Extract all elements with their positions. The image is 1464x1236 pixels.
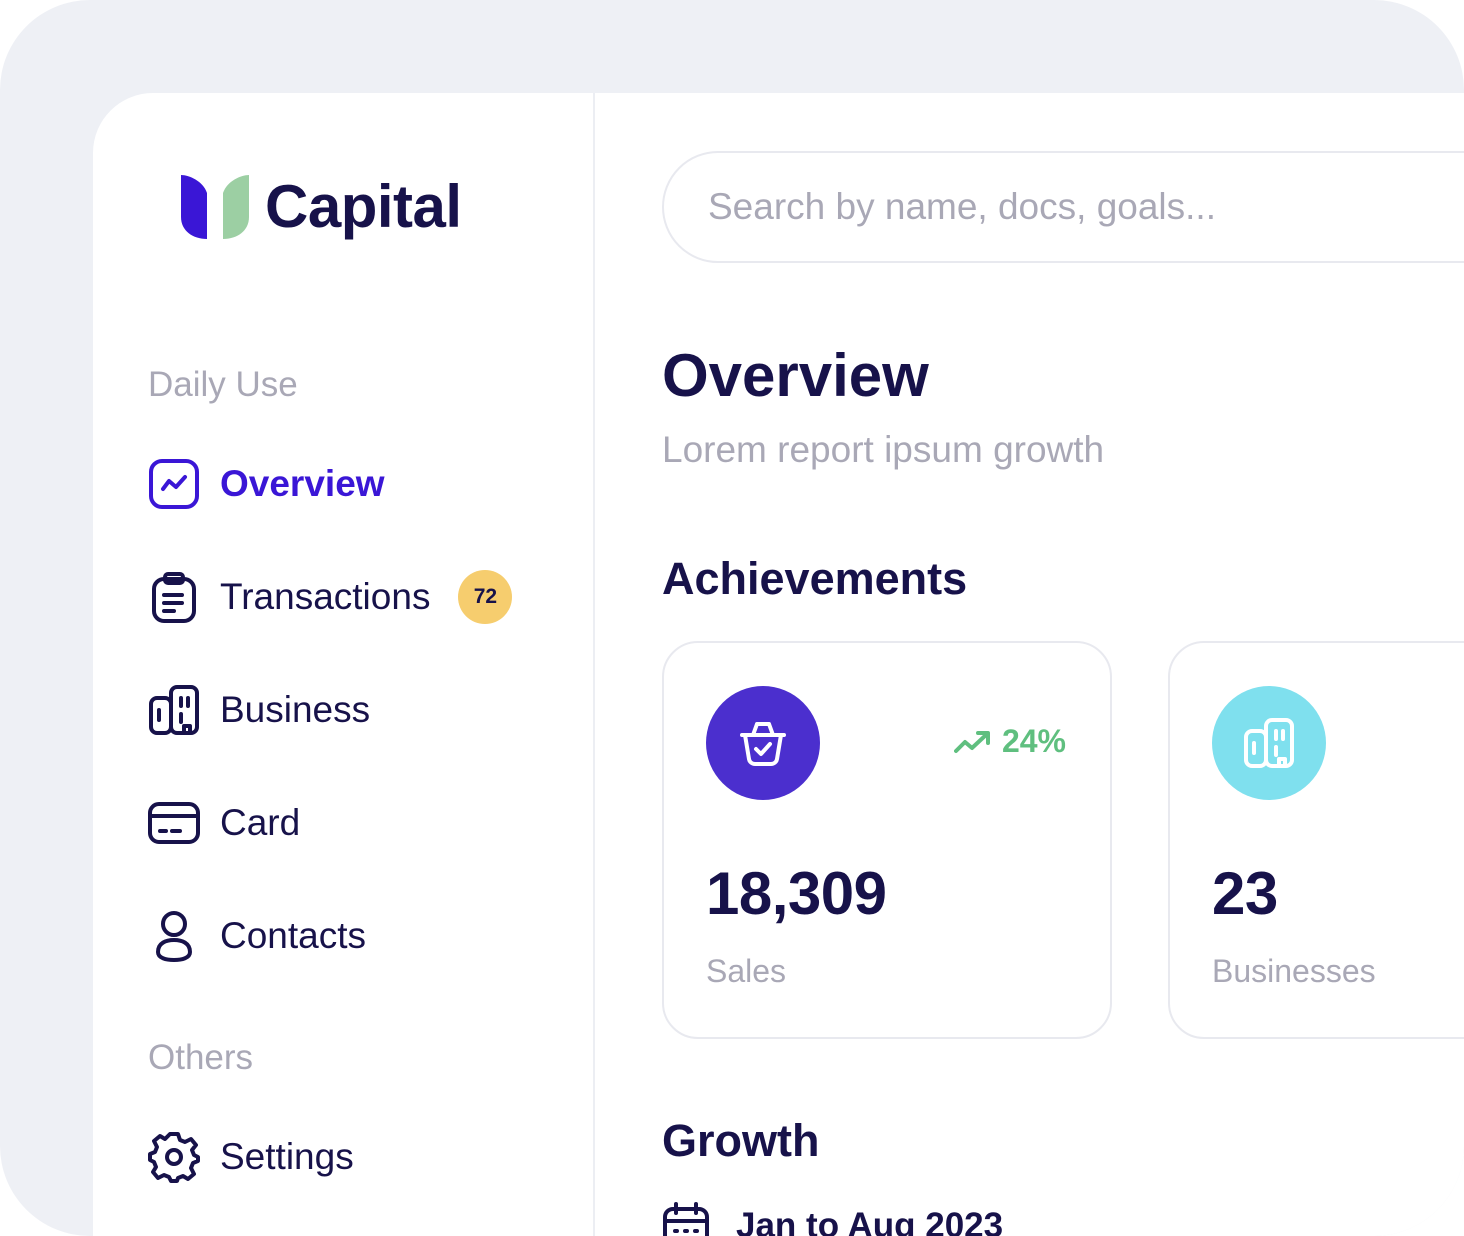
- leaf-logo-icon: [181, 175, 249, 239]
- sales-label: Sales: [706, 953, 787, 989]
- user-icon: [148, 910, 200, 962]
- sidebar-item-label: Card: [220, 802, 301, 843]
- sidebar-item-transactions[interactable]: Transactions 72: [148, 569, 513, 625]
- sidebar-item-label: Settings: [220, 1136, 354, 1177]
- sales-trend-value: 24%: [1001, 723, 1066, 759]
- building-icon: [148, 684, 200, 736]
- brand-name: Capital: [265, 172, 462, 240]
- trend-up-icon: [953, 730, 990, 753]
- sidebar-item-overview[interactable]: Overview: [148, 456, 385, 512]
- achievement-card-sales[interactable]: 24% 18,309 Sales: [662, 641, 1112, 1039]
- growth-heading: Growth: [662, 1115, 820, 1166]
- search-input[interactable]: [708, 186, 1408, 228]
- growth-period-label: Jan to Aug 2023: [736, 1206, 1004, 1236]
- building-icon: [1212, 686, 1326, 800]
- sidebar: Capital Daily Use Overview Transactions …: [93, 93, 595, 1236]
- sales-trend-indicator: 24%: [953, 723, 1066, 760]
- sidebar-item-label: Business: [220, 689, 371, 730]
- businesses-label: Businesses: [1212, 953, 1376, 989]
- page-title: Overview: [662, 342, 929, 409]
- sidebar-item-contacts[interactable]: Contacts: [148, 908, 366, 964]
- clipboard-icon: [148, 571, 200, 623]
- section-label-daily-use: Daily Use: [148, 365, 298, 404]
- transactions-count-badge: 72: [458, 570, 513, 624]
- sidebar-item-label: Overview: [220, 463, 385, 504]
- basket-icon: [706, 686, 820, 800]
- app-window: Capital Daily Use Overview Transactions …: [93, 93, 1464, 1236]
- achievements-heading: Achievements: [662, 553, 968, 604]
- gear-icon: [148, 1131, 200, 1183]
- sidebar-item-business[interactable]: Business: [148, 682, 370, 738]
- sales-value: 18,309: [706, 860, 887, 927]
- growth-period-selector[interactable]: Jan to Aug 2023: [662, 1201, 1003, 1236]
- sidebar-item-card[interactable]: Card: [148, 795, 300, 851]
- sidebar-item-label: Transactions: [220, 576, 431, 617]
- search-bar[interactable]: [662, 151, 1464, 263]
- businesses-value: 23: [1212, 860, 1278, 927]
- brand-logo[interactable]: Capital: [179, 172, 462, 240]
- page-subtitle: Lorem report ipsum growth: [662, 429, 1105, 470]
- calendar-icon: [663, 1202, 709, 1236]
- achievement-card-businesses[interactable]: 23 Businesses: [1168, 641, 1464, 1039]
- sidebar-item-settings[interactable]: Settings: [148, 1129, 354, 1185]
- device-frame: Capital Daily Use Overview Transactions …: [0, 0, 1464, 1236]
- credit-card-icon: [148, 797, 200, 849]
- sidebar-item-label: Contacts: [220, 915, 367, 956]
- section-label-others: Others: [148, 1038, 254, 1077]
- chart-square-icon: [148, 458, 200, 510]
